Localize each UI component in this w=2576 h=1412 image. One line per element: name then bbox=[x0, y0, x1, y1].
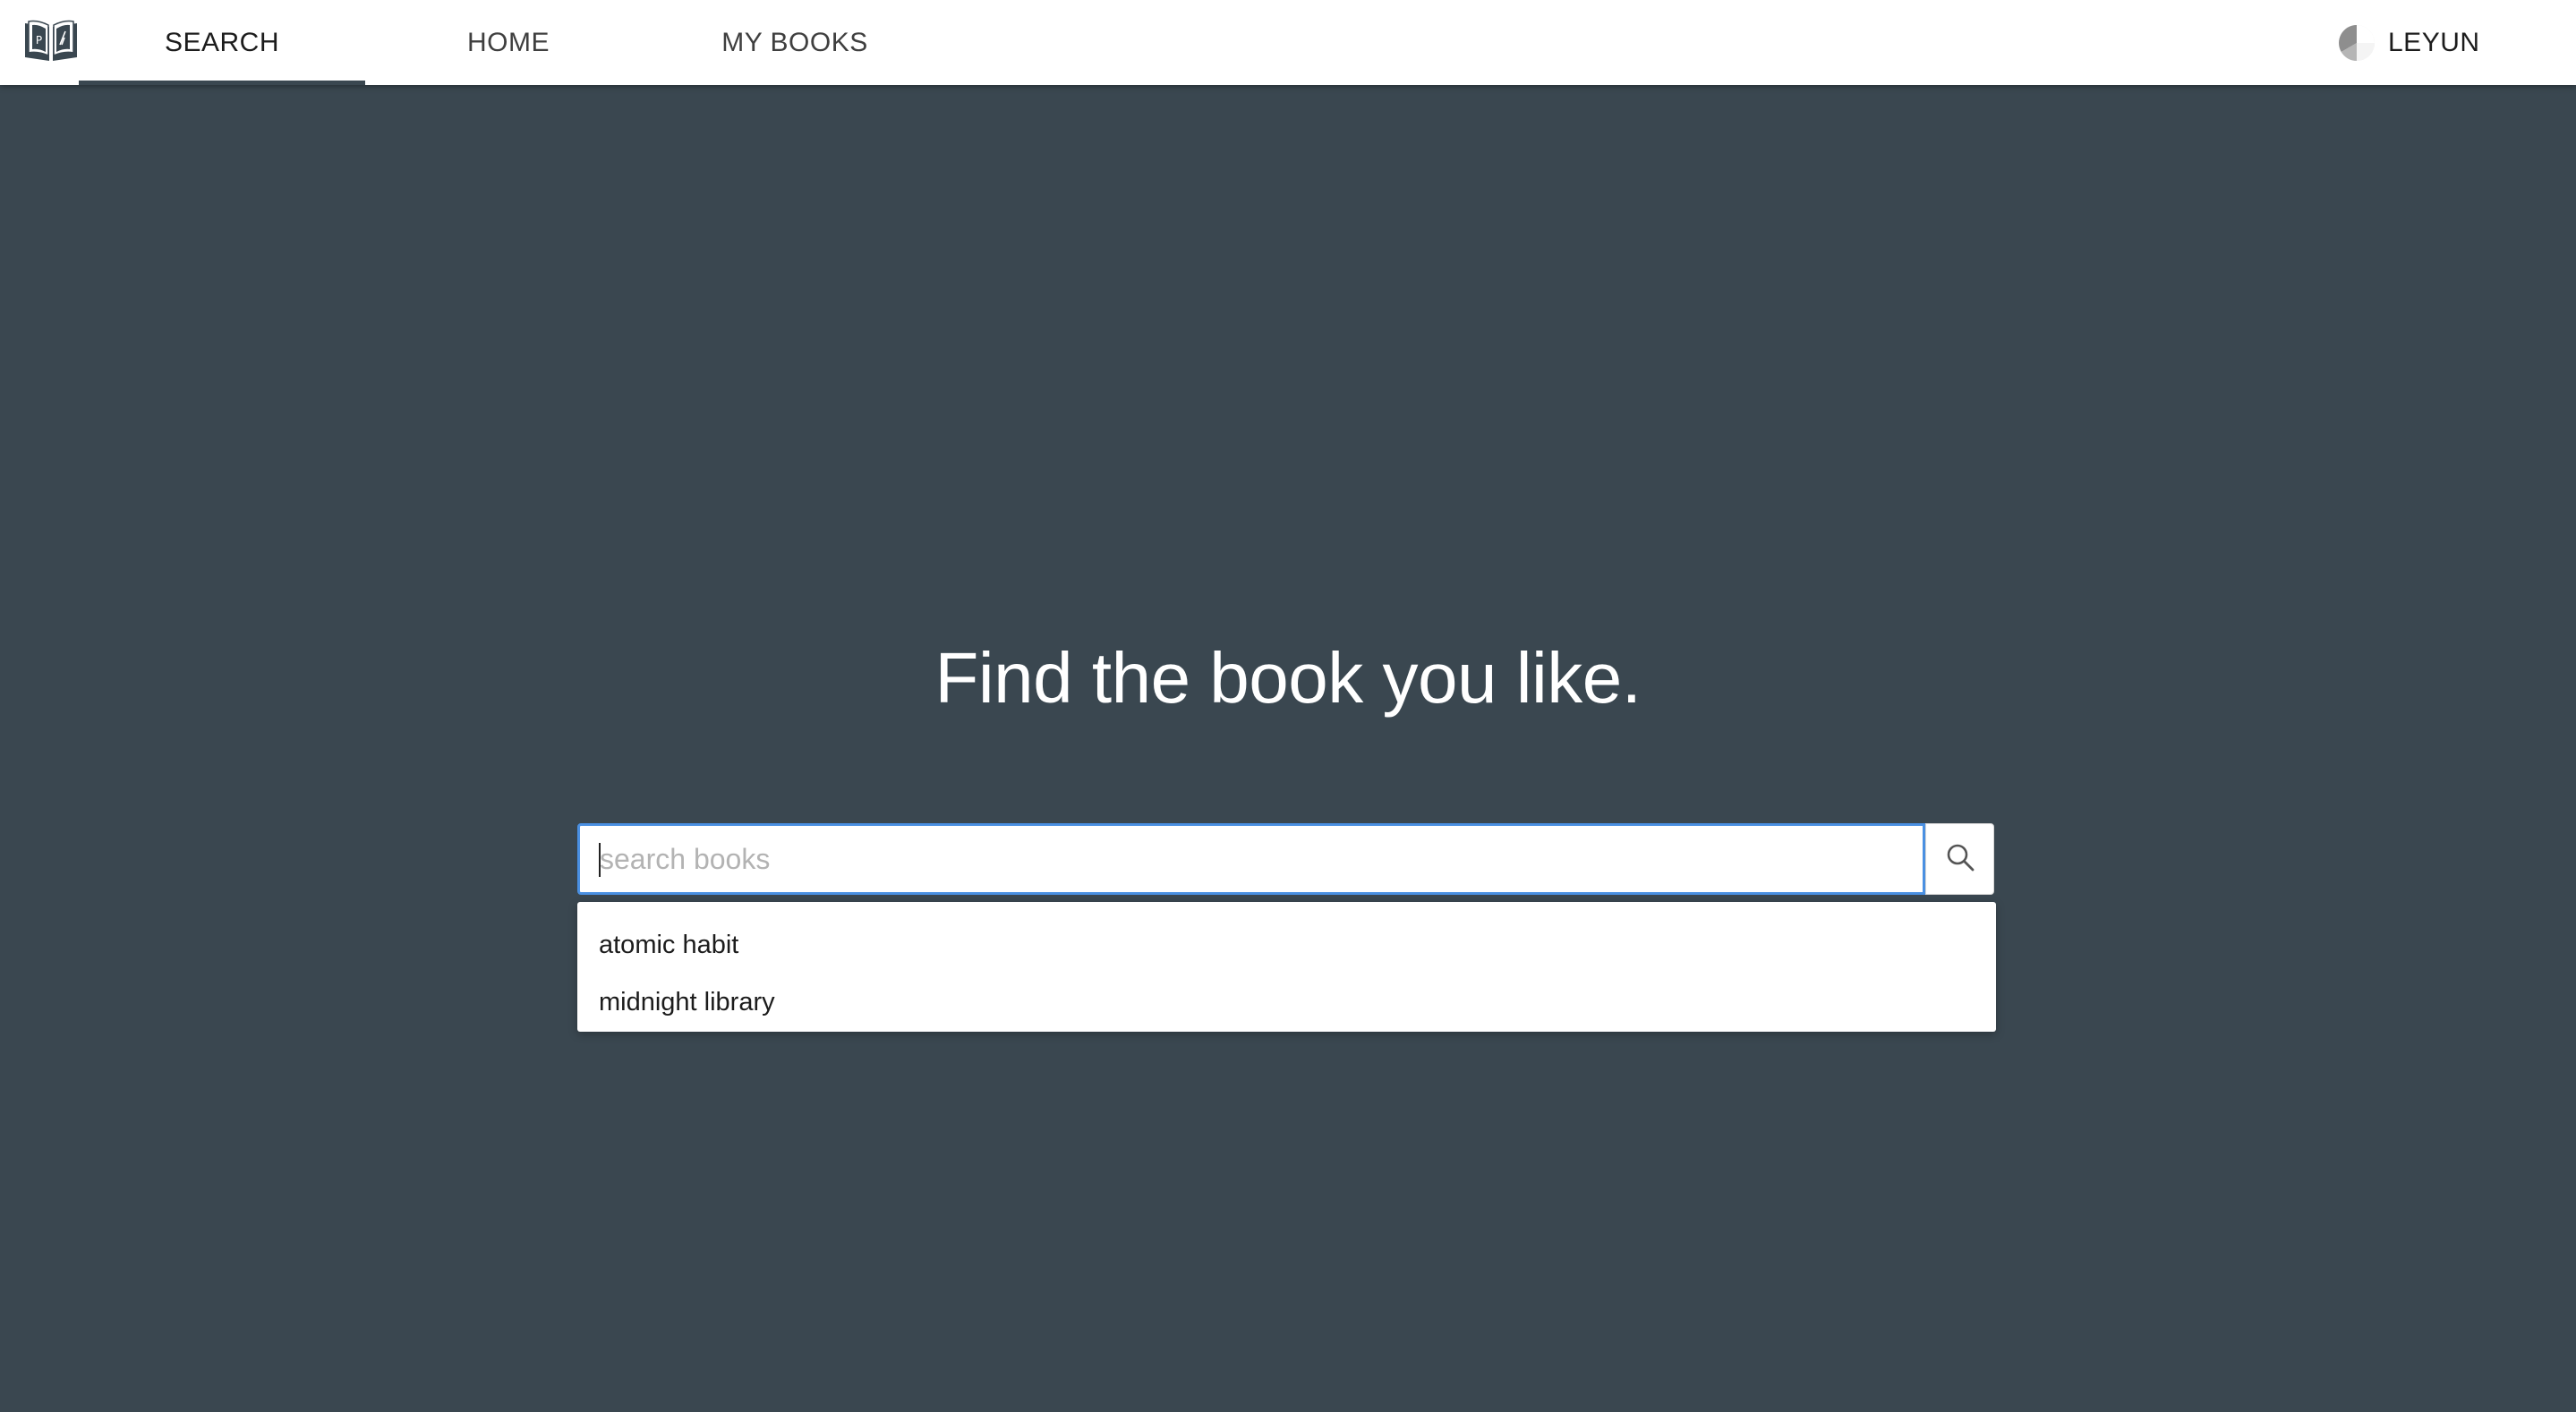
search-icon bbox=[1944, 841, 1976, 878]
user-avatar-icon bbox=[2338, 24, 2376, 62]
active-tab-indicator bbox=[79, 81, 365, 85]
page-headline: Find the book you like. bbox=[934, 638, 1642, 718]
search-bar bbox=[577, 823, 1994, 895]
tab-my-books-label: MY BOOKS bbox=[721, 27, 868, 57]
text-cursor bbox=[599, 843, 601, 877]
user-name: LEYUN bbox=[2388, 27, 2480, 57]
suggestion-item[interactable]: atomic habit bbox=[577, 916, 1996, 974]
open-book-icon[interactable]: P bbox=[23, 18, 79, 63]
search-button[interactable] bbox=[1925, 823, 1994, 895]
search-input[interactable] bbox=[577, 823, 1925, 895]
suggestion-item[interactable]: midnight library bbox=[577, 974, 1996, 1031]
tab-home[interactable]: HOME bbox=[365, 0, 652, 85]
tab-search[interactable]: SEARCH bbox=[79, 0, 365, 85]
tab-my-books[interactable]: MY BOOKS bbox=[652, 0, 938, 85]
search-suggestions-dropdown: atomic habit midnight library bbox=[577, 902, 1996, 1032]
user-menu[interactable]: LEYUN bbox=[2338, 0, 2480, 85]
tab-search-label: SEARCH bbox=[164, 27, 280, 57]
svg-text:P: P bbox=[36, 34, 42, 47]
top-navigation-bar: P SEARCH HOME MY BOOKS LEYUN bbox=[0, 0, 2576, 85]
tab-home-label: HOME bbox=[467, 27, 550, 57]
